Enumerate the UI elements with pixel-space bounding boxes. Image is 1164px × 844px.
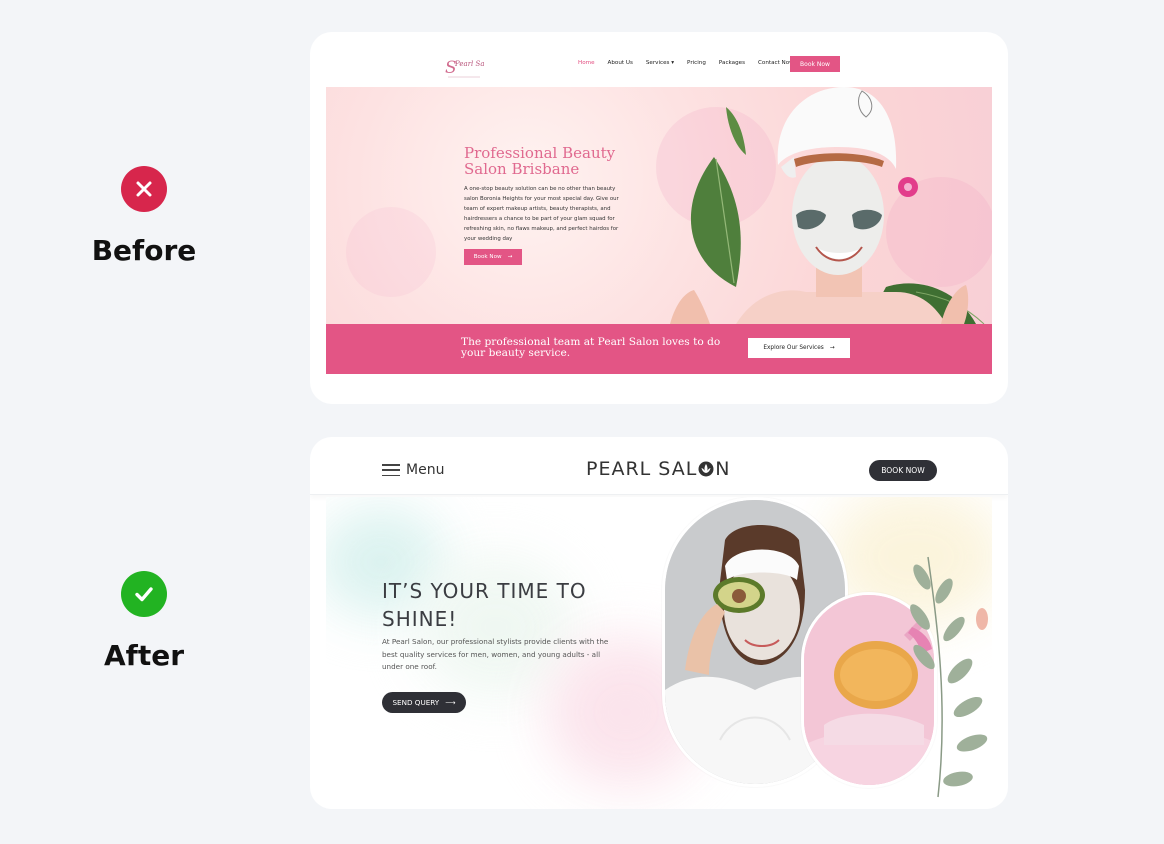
brand-text-right: N [715,458,731,480]
arrow-right-icon: ⟶ [445,698,456,707]
send-query-button[interactable]: SEND QUERY ⟶ [382,692,466,713]
before-screenshot-card: S Pearl Salon Home About Us Services ▾ P… [310,32,1008,404]
nav-item-packages[interactable]: Packages [719,60,745,66]
before-book-now-button[interactable]: Book Now [790,56,840,72]
after-navbar: Menu PEARL SAL N BOOK NOW [310,437,1008,495]
before-navbar: S Pearl Salon Home About Us Services ▾ P… [310,32,1008,87]
after-book-now-button[interactable]: BOOK NOW [869,460,937,481]
before-logo-word-1: Pearl Salon [454,60,484,68]
menu-toggle[interactable]: Menu [382,462,444,478]
before-label: Before [91,234,197,267]
hamburger-icon [382,464,400,476]
decorative-leaves [910,556,988,798]
before-menu: Home About Us Services ▾ Pricing Package… [578,60,794,66]
arrow-right-icon: → [507,254,513,260]
check-icon [121,571,167,617]
button-label: Explore Our Services [763,345,824,351]
before-hero-title: Professional Beauty Salon Brisbane [464,144,616,178]
cross-icon [121,166,167,212]
before-logo[interactable]: S Pearl Salon [444,56,496,80]
arrow-right-icon: → [829,345,835,351]
explore-services-button[interactable]: Explore Our Services → [748,338,850,358]
before-band-text: The professional team at Pearl Salon lov… [461,336,721,359]
nav-item-about-us[interactable]: About Us [608,60,633,66]
after-hero: IT’S YOUR TIME TO SHINE! At Pearl Salon,… [326,497,992,809]
nav-item-contact-now[interactable]: Contact Now [758,60,794,66]
after-brand-logo[interactable]: PEARL SAL N [586,458,731,480]
hero-splash [346,207,436,297]
after-hero-body: At Pearl Salon, our professional stylist… [382,637,609,671]
button-label: SEND QUERY [392,698,440,707]
before-label-group: Before [64,166,224,267]
before-hero-image [670,87,985,324]
before-hero-book-button[interactable]: Book Now → [464,249,522,265]
button-label: Book Now [473,254,502,260]
lotus-icon [698,461,714,477]
before-hero: Professional Beauty Salon Brisbane A one… [326,87,992,324]
brand-text-left: PEARL SAL [586,458,698,480]
before-cta-band: The professional team at Pearl Salon lov… [326,324,992,374]
before-hero-body: A one-stop beauty solution can be no oth… [464,186,619,242]
nav-item-services[interactable]: Services ▾ [646,60,674,66]
nav-item-home[interactable]: Home [578,60,595,66]
after-label: After [103,639,185,672]
nav-item-pricing[interactable]: Pricing [687,60,706,66]
after-label-group: After [64,571,224,672]
menu-label: Menu [406,462,445,478]
after-screenshot-card: Menu PEARL SAL N BOOK NOW IT’S YOUR TIME… [310,437,1008,809]
after-hero-title: IT’S YOUR TIME TO SHINE! [382,579,587,631]
caret-down-icon: ▾ [671,60,675,66]
